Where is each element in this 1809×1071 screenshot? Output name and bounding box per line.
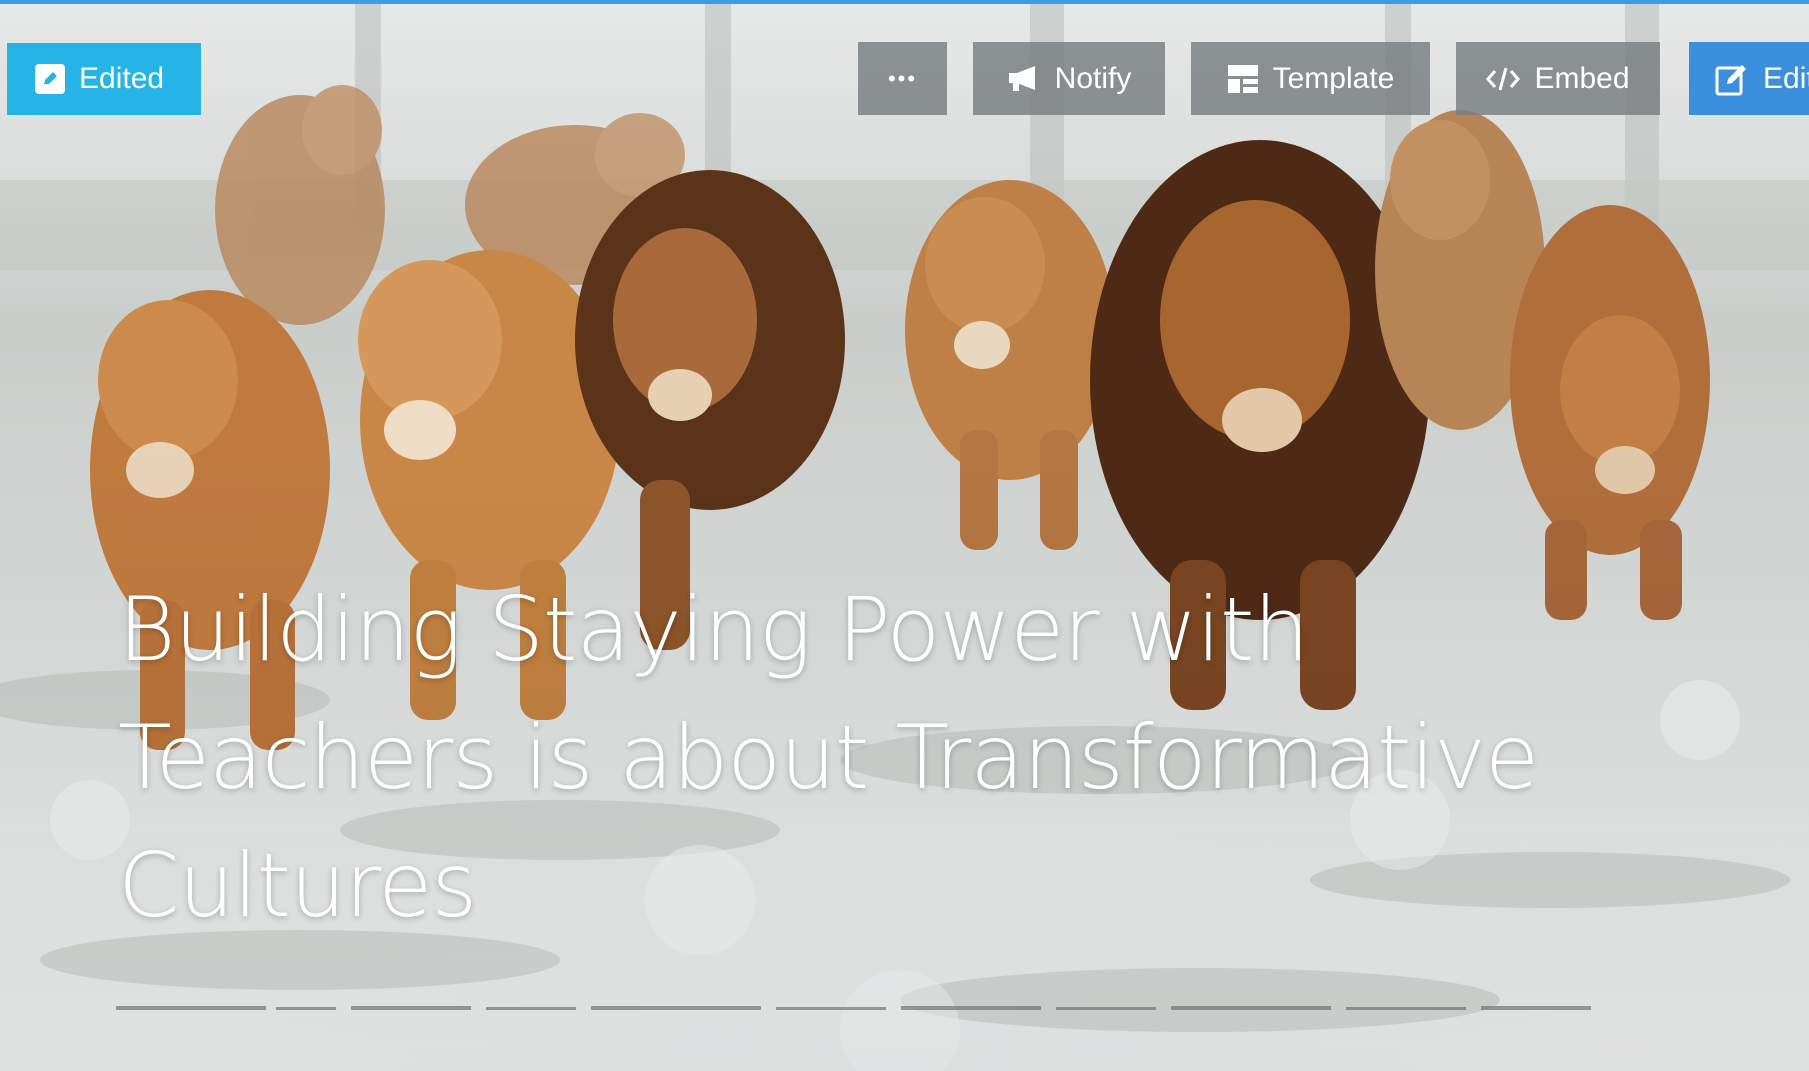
embed-button[interactable]: Embed: [1456, 42, 1660, 115]
template-button[interactable]: Template: [1191, 42, 1430, 115]
code-icon: [1486, 66, 1521, 92]
template-label: Template: [1272, 61, 1395, 95]
story-title-line: Teachers is about Transformative: [118, 706, 1539, 809]
notify-label: Notify: [1054, 61, 1132, 95]
story-title-line: Cultures: [118, 834, 477, 937]
edit-pencil-icon: [1715, 62, 1749, 96]
story-title-line: Building Staying Power with: [118, 578, 1309, 681]
edit-label: Edit: [1763, 61, 1809, 95]
top-accent-bar: [0, 0, 1809, 4]
embed-label: Embed: [1534, 61, 1630, 95]
subtitle-blurred-text: [116, 1006, 1591, 1010]
ellipsis-icon: •••: [887, 65, 918, 91]
story-toolbar: ••• Notify Template Embed: [858, 42, 1660, 115]
more-options-button[interactable]: •••: [858, 42, 947, 115]
pencil-square-icon: [35, 64, 65, 94]
notify-button[interactable]: Notify: [973, 42, 1165, 115]
edited-status-badge: Edited: [7, 43, 201, 115]
edit-button[interactable]: Edit: [1689, 42, 1809, 115]
story-page: Edited ••• Notify Template Embed Edi Bui…: [0, 0, 1809, 1071]
megaphone-icon: [1007, 65, 1041, 93]
edited-badge-label: Edited: [79, 62, 165, 95]
template-layout-icon: [1227, 64, 1259, 94]
story-title: Building Staying Power with Teachers is …: [118, 566, 1678, 950]
